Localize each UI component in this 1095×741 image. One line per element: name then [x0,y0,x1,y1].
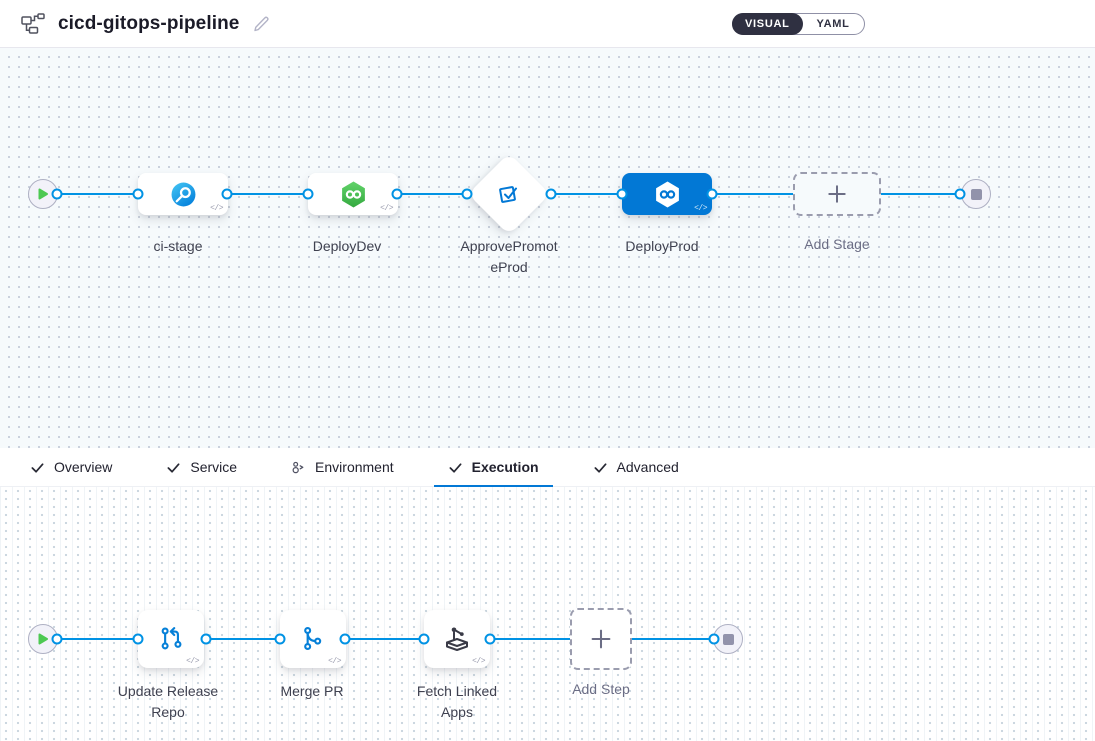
link-anchor[interactable] [133,634,144,645]
link-anchor[interactable] [392,189,403,200]
tab-label: Overview [54,459,112,475]
link-anchor[interactable] [52,189,63,200]
link-anchor[interactable] [340,634,351,645]
step-card-merge-pr[interactable]: </> [280,610,346,668]
link-anchor[interactable] [133,189,144,200]
check-icon [448,460,463,475]
stage-canvas[interactable]: </> ci-stage </> DeployDev ApproveProm [0,48,1095,448]
link-anchor[interactable] [462,189,473,200]
yaml-toggle-button[interactable]: YAML [803,14,864,34]
git-update-repo-icon [155,623,187,655]
visual-toggle-button[interactable]: VISUAL [732,13,803,35]
link-anchor[interactable] [485,634,496,645]
view-toggle: VISUAL YAML [732,13,865,35]
pipeline-studio: cicd-gitops-pipeline VISUAL YAML [0,0,1095,741]
check-icon [593,460,608,475]
stage-config-tabs: Overview Service Environment Execution [0,448,1095,487]
link-anchor[interactable] [617,189,628,200]
step-label: Update Release Repo [113,681,223,723]
link-anchor[interactable] [222,189,233,200]
approval-icon [494,179,524,209]
link-anchor[interactable] [303,189,314,200]
stage-label: ci-stage [118,236,238,257]
execution-canvas[interactable]: </> Update Release Repo </> Merge PR [0,487,1095,741]
plus-icon [826,183,848,205]
link-anchor[interactable] [419,634,430,645]
header: cicd-gitops-pipeline VISUAL YAML [0,0,1095,48]
stage-label: DeployDev [287,236,407,257]
tab-service[interactable]: Service [152,448,251,486]
git-merge-icon [297,623,329,655]
code-icon: </> [472,657,485,666]
tab-overview[interactable]: Overview [16,448,126,486]
tab-environment[interactable]: Environment [277,448,408,486]
environment-progress-icon [291,460,306,475]
link-anchor[interactable] [201,634,212,645]
cd-deploy-icon [653,180,682,209]
step-label: Fetch Linked Apps [402,681,512,723]
stage-label: DeployProd [602,236,722,257]
add-stage-label: Add Stage [777,234,897,255]
ci-build-icon [170,181,197,208]
step-label: Merge PR [252,681,372,702]
stop-icon [723,634,734,645]
cd-deploy-icon [339,180,368,209]
tab-label: Service [190,459,237,475]
code-icon: </> [210,204,223,213]
tab-execution[interactable]: Execution [434,448,553,486]
tab-label: Environment [315,459,394,475]
plus-icon [589,627,613,651]
link-anchor[interactable] [546,189,557,200]
pipeline-icon [20,12,46,35]
step-card-fetch-linked-apps[interactable]: </> [424,610,490,668]
code-icon: </> [380,204,393,213]
tab-advanced[interactable]: Advanced [579,448,693,486]
link-anchor[interactable] [707,189,718,200]
link-anchor[interactable] [955,189,966,200]
pipeline-title: cicd-gitops-pipeline [58,13,239,35]
add-stage-button[interactable] [793,172,881,216]
edit-icon[interactable] [251,14,271,34]
link-anchor[interactable] [709,634,720,645]
stop-icon [971,189,982,200]
stage-card-deployprod[interactable]: </> [622,173,712,215]
check-icon [166,460,181,475]
play-icon [37,632,49,646]
code-icon: </> [694,204,707,213]
tab-label: Advanced [617,459,679,475]
step-card-update-release-repo[interactable]: </> [138,610,204,668]
code-icon: </> [328,657,341,666]
link-anchor[interactable] [275,634,286,645]
play-icon [37,187,49,201]
stage-label: ApprovePromoteProd [457,236,561,278]
add-step-button[interactable] [570,608,632,670]
pipeline-end-node [961,179,991,209]
tab-label: Execution [472,459,539,475]
fetch-linked-apps-icon [441,623,473,655]
code-icon: </> [186,657,199,666]
link-anchor[interactable] [52,634,63,645]
stage-card-ci-stage[interactable]: </> [138,173,228,215]
add-step-label: Add Step [541,679,661,700]
stage-card-deploydev[interactable]: </> [308,173,398,215]
check-icon [30,460,45,475]
